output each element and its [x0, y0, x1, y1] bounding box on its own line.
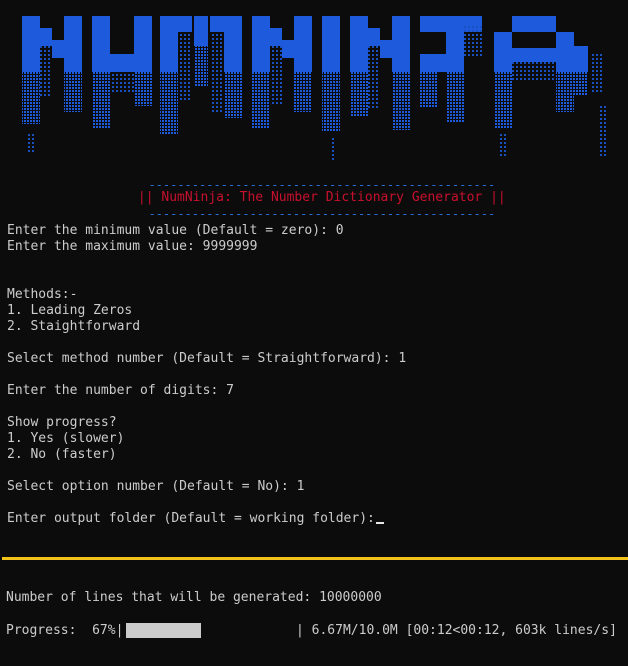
max-value-prompt: Enter the maximum value: 9999999 [7, 239, 258, 254]
progress-option-1: 1. Yes (slower) [7, 431, 125, 446]
banner-solid-letters [22, 16, 588, 72]
header-dashes-bottom: ----------------------------------------… [148, 207, 496, 221]
banner-logo [22, 16, 608, 160]
method-option-2: 2. Staightforward [7, 319, 141, 334]
digits-prompt: Enter the number of digits: 7 [7, 383, 234, 398]
progress-stats: | 6.67M/10.0M [00:12<00:12, 603k lines/s… [296, 623, 617, 638]
output-folder-input-line[interactable]: Enter output folder (Default = working f… [7, 511, 384, 527]
methods-heading: Methods:- [7, 287, 78, 302]
progress-bar-fill [126, 623, 202, 638]
progress-label: Progress: 67%| [6, 623, 124, 638]
header-bottom-rule: ----------------------------------------… [0, 193, 628, 222]
text-cursor [375, 522, 384, 524]
progress-bar [126, 623, 238, 638]
select-option-prompt: Select option number (Default = No): 1 [7, 479, 305, 494]
show-progress-question: Show progress? [7, 415, 117, 430]
select-method-prompt: Select method number (Default = Straight… [7, 351, 407, 366]
numninja-ascii-banner [0, 6, 628, 164]
min-value-prompt: Enter the minimum value (Default = zero)… [7, 223, 344, 238]
section-divider [2, 557, 628, 560]
lines-generated-info: Number of lines that will be generated: … [6, 590, 382, 605]
output-folder-prompt: Enter output folder (Default = working f… [7, 511, 375, 526]
method-option-1: 1. Leading Zeros [7, 303, 133, 318]
progress-option-2: 2. No (faster) [7, 447, 117, 462]
